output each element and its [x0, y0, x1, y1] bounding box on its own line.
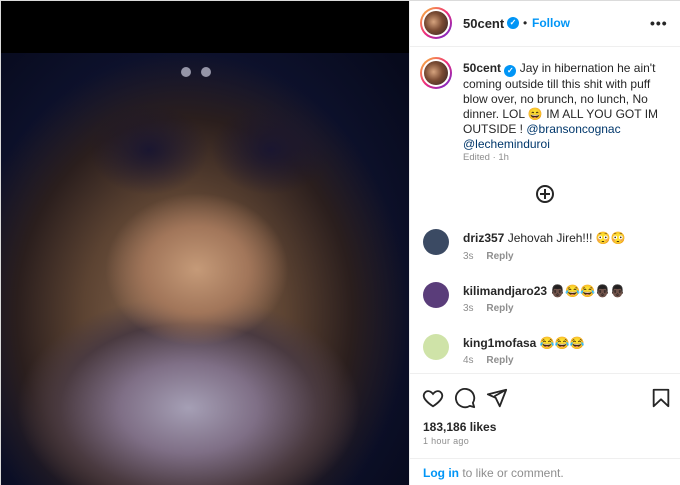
instagram-post-window: 50cent ✓ • Follow ••• 50cent ✓ Jay in hi…	[0, 0, 680, 485]
author-avatar[interactable]	[420, 7, 452, 39]
post-image[interactable]	[1, 53, 409, 485]
comment-text: 👨🏿😂😂👨🏿👨🏿	[550, 284, 626, 298]
likes-count[interactable]: 183,186 likes	[423, 420, 496, 434]
more-icon[interactable]: •••	[650, 15, 668, 31]
reply-button[interactable]: Reply	[486, 355, 513, 366]
comment-age: 3s	[463, 303, 474, 314]
share-icon[interactable]	[486, 387, 508, 409]
comment-body: kilimandjaro23 👨🏿😂😂👨🏿👨🏿	[463, 284, 625, 298]
reply-button[interactable]: Reply	[486, 303, 513, 314]
comment-text: Jehovah Jireh!!! 😳😳	[507, 231, 626, 245]
comment-meta: 3s Reply	[463, 303, 514, 314]
commenter-username[interactable]: kilimandjaro23	[463, 284, 547, 298]
comment-body: driz357 Jehovah Jireh!!! 😳😳	[463, 231, 626, 245]
author-username[interactable]: 50cent	[463, 16, 504, 31]
commenter-username[interactable]: driz357	[463, 231, 504, 245]
login-prompt-text: to like or comment.	[459, 466, 564, 480]
post-caption: 50cent ✓ Jay in hibernation he ain't com…	[463, 61, 673, 152]
edited-timestamp: Edited · 1h	[463, 152, 509, 163]
separator-dot: •	[523, 16, 528, 30]
heart-icon[interactable]	[422, 387, 444, 409]
bookmark-icon[interactable]	[650, 387, 672, 409]
commenter-avatar[interactable]	[423, 229, 449, 255]
post-header: 50cent ✓ • Follow •••	[410, 1, 680, 47]
post-photo-panel	[1, 1, 409, 485]
comment-body: king1mofasa 😂😂😂	[463, 336, 585, 350]
commenter-avatar[interactable]	[423, 282, 449, 308]
photo-top-band	[1, 1, 409, 53]
image-shadow-left	[89, 105, 209, 195]
comment-meta: 4s Reply	[463, 355, 514, 366]
verified-icon: ✓	[507, 17, 519, 29]
login-prompt: Log in to like or comment.	[410, 458, 680, 485]
login-link[interactable]: Log in	[423, 466, 459, 480]
image-shadow-right	[211, 105, 331, 195]
comment-meta: 3s Reply	[463, 251, 514, 262]
post-time: 1 hour ago	[423, 436, 470, 446]
commenter-username[interactable]: king1mofasa	[463, 336, 536, 350]
post-side-panel: 50cent ✓ • Follow ••• 50cent ✓ Jay in hi…	[409, 1, 680, 485]
plus-circle-icon[interactable]	[536, 185, 554, 203]
image-glint-right	[201, 67, 211, 77]
comment-icon[interactable]	[454, 387, 476, 409]
image-glint-left	[181, 67, 191, 77]
comment-age: 3s	[463, 251, 474, 262]
caption-avatar[interactable]	[420, 57, 452, 89]
caption-username[interactable]: 50cent	[463, 61, 501, 75]
commenter-avatar[interactable]	[423, 334, 449, 360]
caption-verified-icon: ✓	[504, 65, 517, 77]
comment-text: 😂😂😂	[539, 336, 585, 350]
post-actions: 183,186 likes 1 hour ago Log in to like …	[410, 373, 680, 485]
follow-button[interactable]: Follow	[532, 16, 570, 30]
reply-button[interactable]: Reply	[486, 251, 513, 262]
comment-age: 4s	[463, 355, 474, 366]
